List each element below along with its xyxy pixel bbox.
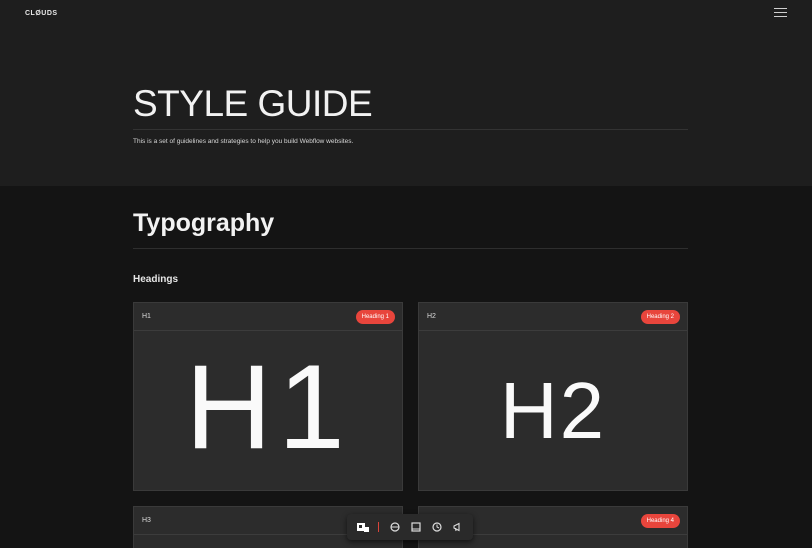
subsection-headings: Headings: [133, 274, 179, 285]
heading-badge: Heading 4: [640, 514, 680, 528]
page-title: STYLE GUIDE: [133, 83, 373, 124]
page-description: This is a set of guidelines and strategi…: [133, 138, 354, 145]
card-label: H1: [142, 313, 151, 320]
heading-sample: H1: [185, 340, 351, 474]
section-divider: [133, 248, 688, 249]
heading-badge: Heading 2: [640, 310, 680, 324]
card-label: H3: [142, 517, 151, 524]
heading-card-h2: H2 Heading 2 H2: [418, 302, 688, 491]
webflow-logo-icon[interactable]: [356, 520, 370, 534]
heading-card-h1: H1 Heading 1 H1: [133, 302, 403, 491]
card-header: H1 Heading 1: [134, 303, 402, 331]
card-header: H2 Heading 2: [419, 303, 687, 331]
section-title-typography: Typography: [133, 209, 275, 237]
site-logo[interactable]: CLØUDS: [25, 10, 58, 17]
heading-badge: Heading 1: [355, 310, 395, 324]
heading-sample: H2: [499, 366, 607, 455]
card-label: H2: [427, 313, 436, 320]
toolbar-separator: [378, 522, 379, 532]
megaphone-icon[interactable]: [451, 520, 465, 534]
globe-icon[interactable]: [388, 520, 402, 534]
floating-toolbar: [347, 514, 473, 540]
clock-icon[interactable]: [430, 520, 444, 534]
hero-section: CLØUDS STYLE GUIDE This is a set of guid…: [0, 0, 812, 186]
panel-icon[interactable]: [409, 520, 423, 534]
hero-divider: [133, 129, 688, 130]
hamburger-menu-icon[interactable]: [772, 8, 790, 20]
